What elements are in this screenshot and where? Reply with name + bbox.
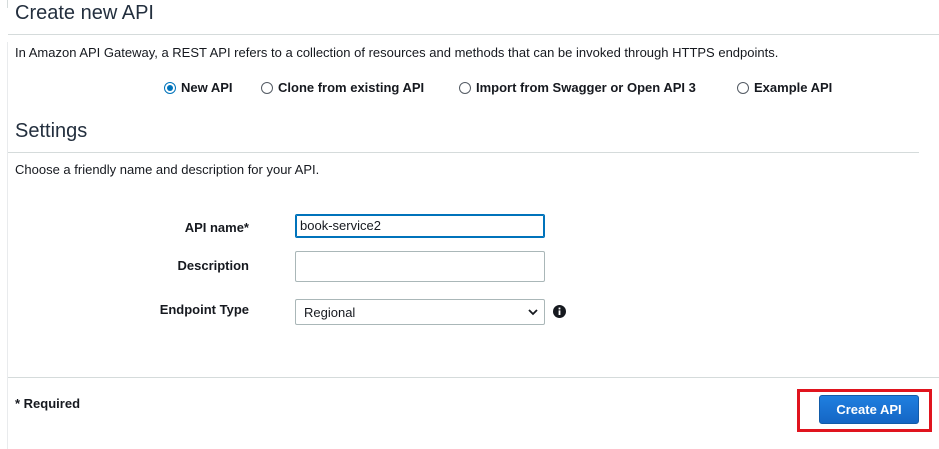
create-api-button[interactable]: Create API (819, 395, 919, 424)
radio-label: Import from Swagger or Open API 3 (476, 80, 696, 95)
radio-button[interactable] (737, 81, 749, 94)
api-type-radio-group: New API Clone from existing API Import f… (0, 80, 939, 98)
radio-label: Example API (754, 80, 833, 95)
api-name-label: API name* (184, 220, 249, 235)
chevron-down-icon (528, 309, 538, 316)
divider (8, 377, 939, 378)
divider (8, 152, 919, 153)
description-label: Description (177, 258, 249, 273)
radio-label: New API (181, 80, 233, 95)
intro-text: In Amazon API Gateway, a REST API refers… (15, 45, 779, 60)
settings-description: Choose a friendly name and description f… (15, 162, 320, 177)
endpoint-type-label: Endpoint Type (159, 302, 249, 317)
create-api-page: Create new API In Amazon API Gateway, a … (0, 0, 939, 449)
radio-import-swagger[interactable]: Import from Swagger or Open API 3 (459, 80, 696, 95)
radio-button[interactable] (164, 81, 176, 94)
page-title: Create new API (15, 2, 154, 24)
divider (8, 34, 939, 35)
endpoint-type-select[interactable]: Regional (295, 299, 545, 325)
endpoint-type-value: Regional (304, 305, 356, 320)
required-note: * Required (15, 396, 81, 411)
radio-example-api[interactable]: Example API (737, 80, 832, 95)
settings-title: Settings (15, 120, 88, 142)
radio-button[interactable] (261, 81, 273, 94)
divider (7, 42, 8, 449)
api-name-input[interactable]: book-service2 (295, 214, 545, 238)
radio-label: Clone from existing API (278, 80, 425, 95)
info-icon[interactable] (553, 305, 566, 318)
description-input[interactable] (295, 251, 545, 282)
divider (7, 0, 8, 8)
radio-clone-api[interactable]: Clone from existing API (261, 80, 424, 95)
radio-button[interactable] (459, 81, 471, 94)
radio-new-api[interactable]: New API (164, 80, 233, 95)
